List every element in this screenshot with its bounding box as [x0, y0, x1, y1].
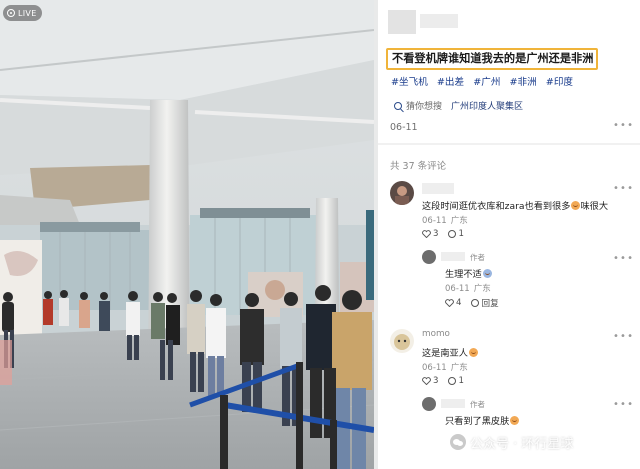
suggested-search-label: 猜你想搜 [406, 102, 443, 112]
heart-icon [422, 377, 431, 385]
comment-meta: 06-11 广东 [422, 361, 468, 373]
comment-text-main: 这段时间逛优衣库和zara也看到很多 [422, 201, 571, 212]
comment-meta: 06-11 广东 [422, 214, 468, 226]
like-button[interactable]: 3 [422, 376, 438, 386]
emoji-icon [510, 416, 520, 425]
wechat-icon [450, 434, 466, 450]
like-count: 3 [433, 376, 439, 386]
reply-author-name[interactable] [441, 252, 465, 261]
comment-text[interactable]: 这是南亚人 [422, 345, 478, 359]
reply-date: 06-11 [445, 284, 470, 294]
reply-button[interactable]: 回复 [471, 297, 499, 309]
tag-link[interactable]: #广州 [473, 77, 500, 88]
live-label: LIVE [18, 8, 37, 18]
commenter-avatar[interactable] [390, 181, 414, 205]
live-photo-badge: LIVE [3, 5, 42, 21]
more-dots-icon[interactable]: • • • [613, 120, 633, 131]
comment-text-tail: 味很大 [580, 201, 609, 212]
author-badge: 作者 [470, 400, 485, 409]
comment-bubble-icon [448, 230, 457, 238]
comment-date: 06-11 [422, 363, 447, 373]
suggested-search[interactable]: 猜你想搜 广州印度人聚集区 [394, 99, 523, 112]
comment-bubble-icon [448, 377, 457, 385]
tag-link[interactable]: #印度 [546, 77, 573, 88]
suggested-search-query[interactable]: 广州印度人聚集区 [451, 99, 523, 112]
wechat-watermark: 公众号 · 环行星球 [450, 430, 630, 454]
tag-link[interactable]: #坐飞机 [391, 77, 428, 88]
post-title: 不看登机牌谁知道我去的是广州还是非洲 [386, 48, 598, 70]
reply-label: 回复 [481, 299, 499, 309]
reply-text[interactable]: 只看到了黑皮肤 [445, 413, 520, 427]
comment-text[interactable]: 这段时间逛优衣库和zara也看到很多 味很大 [422, 198, 608, 212]
post-photo[interactable]: LIVE [0, 0, 374, 469]
comment-location: 广东 [450, 216, 468, 226]
reply-text-main: 生理不适 [445, 269, 482, 280]
author-name[interactable] [420, 14, 458, 28]
reply-button[interactable]: 1 [448, 376, 464, 386]
avatar-image [394, 334, 410, 350]
search-icon [394, 101, 402, 110]
live-photo-icon [7, 9, 15, 17]
heart-icon [422, 230, 431, 238]
commenter-username[interactable]: momo [422, 329, 450, 339]
author-avatar[interactable] [388, 10, 416, 34]
post-detail-panel: 不看登机牌谁知道我去的是广州还是非洲 #坐飞机 #出差 #广州 #非洲 #印度 … [378, 0, 640, 469]
emoji-icon [482, 269, 492, 278]
divider [378, 143, 640, 145]
post-tags: #坐飞机 #出差 #广州 #非洲 #印度 [391, 74, 578, 88]
comment-date: 06-11 [422, 216, 447, 226]
heart-icon [445, 299, 454, 307]
reply-meta: 06-11 广东 [445, 282, 491, 294]
reply-author-name[interactable] [441, 399, 465, 408]
more-dots-icon[interactable]: • • • [613, 183, 633, 194]
comment-count: 共 37 条评论 [390, 161, 447, 172]
commenter-name[interactable] [422, 183, 454, 194]
reply-count: 1 [458, 376, 464, 386]
comment-location: 广东 [450, 363, 468, 373]
comment-bubble-icon [471, 299, 480, 307]
more-dots-icon[interactable]: • • • [613, 253, 633, 264]
like-button[interactable]: 3 [422, 229, 438, 239]
watermark-text: 公众号 · 环行星球 [470, 436, 574, 452]
like-count: 4 [456, 298, 462, 308]
like-count: 3 [433, 229, 439, 239]
reply-actions: 4 回复 [445, 297, 509, 309]
emoji-icon [468, 348, 478, 357]
post-date: 06-11 [390, 122, 418, 133]
author-badge: 作者 [470, 253, 485, 262]
airport-queue-photo [0, 0, 374, 469]
reply-location: 广东 [473, 284, 491, 294]
reply-text[interactable]: 生理不适 [445, 266, 492, 280]
commenter-avatar[interactable] [390, 329, 414, 353]
author-reply-avatar[interactable] [422, 250, 436, 264]
reply-count: 1 [458, 229, 464, 239]
author-reply-avatar[interactable] [422, 397, 436, 411]
more-dots-icon[interactable]: • • • [613, 399, 633, 410]
tag-link[interactable]: #出差 [437, 77, 464, 88]
comment-actions: 3 1 [422, 229, 474, 239]
like-button[interactable]: 4 [445, 298, 461, 308]
avatar-image [395, 186, 409, 205]
tag-link[interactable]: #非洲 [509, 77, 536, 88]
more-dots-icon[interactable]: • • • [613, 331, 633, 342]
reply-text-main: 只看到了黑皮肤 [445, 416, 510, 427]
comment-actions: 3 1 [422, 376, 474, 386]
reply-button[interactable]: 1 [448, 229, 464, 239]
comment-text-main: 这是南亚人 [422, 348, 468, 359]
